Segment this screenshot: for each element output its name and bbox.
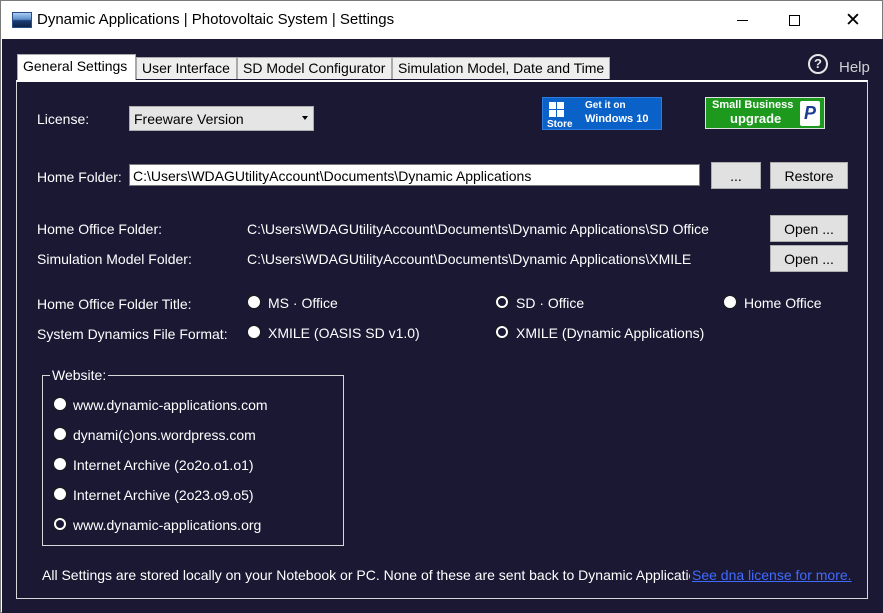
maximize-button[interactable] [771,1,817,39]
radio-home-office[interactable] [723,295,737,309]
browse-button[interactable]: ... [711,162,761,189]
home-folder-label: Home Folder: [37,169,122,185]
paypal-badge-line2: upgrade [730,111,782,126]
title-bar[interactable]: Dynamic Applications | Photovoltaic Syst… [1,1,882,39]
radio-website-archive-2023-label[interactable]: Internet Archive (2o23.o9.o5) [73,487,254,503]
close-button[interactable]: ✕ [830,1,876,39]
minimize-icon [736,19,748,21]
help-question-icon[interactable]: ? [808,54,828,74]
radio-website-archive-2023[interactable] [53,487,67,501]
radio-xmile-dna-label[interactable]: XMILE (Dynamic Applications) [516,325,704,341]
home-folder-input[interactable]: C:\Users\WDAGUtilityAccount\Documents\Dy… [129,164,700,186]
radio-home-office-label[interactable]: Home Office [744,295,822,311]
tab-simulation-model-date-time[interactable]: Simulation Model, Date and Time [392,57,610,79]
paypal-upgrade-badge[interactable]: Small Business upgrade P [705,97,825,129]
radio-ms-office-label[interactable]: MS · Office [268,295,338,311]
app-landscape-icon [12,12,32,28]
radio-sd-office-label[interactable]: SD · Office [516,295,584,311]
radio-website-com-label[interactable]: www.dynamic-applications.com [73,397,268,413]
website-group-title: Website: [50,367,109,383]
windows-store-badge[interactable]: Store Get it on Windows 10 [542,97,662,130]
close-icon: ✕ [845,8,861,31]
simulation-model-folder-path: C:\Users\WDAGUtilityAccount\Documents\Dy… [247,251,692,267]
home-office-folder-label: Home Office Folder: [37,221,163,237]
store-badge-line2: Windows 10 [585,113,649,125]
restore-button[interactable]: Restore [770,162,848,189]
home-office-folder-path: C:\Users\WDAGUtilityAccount\Documents\Dy… [247,221,709,237]
radio-website-org-label[interactable]: www.dynamic-applications.org [73,517,261,533]
windows-logo-icon [549,102,565,118]
maximize-icon [788,14,800,26]
chevron-down-icon [302,116,308,120]
client-area: General Settings User Interface SD Model… [2,39,883,613]
tab-sd-model-configurator[interactable]: SD Model Configurator [237,57,392,79]
radio-website-archive-2020[interactable] [53,457,67,471]
office-title-label: Home Office Folder Title: [37,296,192,312]
footer-privacy-text: All Settings are stored locally on your … [42,567,690,583]
radio-xmile-oasis-label[interactable]: XMILE (OASIS SD v1.0) [268,325,420,341]
home-folder-value: C:\Users\WDAGUtilityAccount\Documents\Dy… [133,168,532,184]
window-title: Dynamic Applications | Photovoltaic Syst… [37,11,395,28]
store-badge-line1: Get it on [585,100,626,111]
paypal-logo-icon: P [800,101,820,126]
radio-xmile-dna[interactable] [495,325,509,339]
license-select[interactable]: Freeware Version [129,106,314,131]
help-link[interactable]: Help [839,59,870,76]
minimize-button[interactable] [719,1,765,39]
tab-user-interface[interactable]: User Interface [136,57,237,79]
license-label: License: [37,111,90,127]
simulation-model-folder-label: Simulation Model Folder: [37,251,192,267]
open-simulation-model-folder-button[interactable]: Open ... [770,245,848,272]
open-home-office-folder-button[interactable]: Open ... [770,215,848,242]
radio-website-archive-2020-label[interactable]: Internet Archive (2o2o.o1.o1) [73,457,254,473]
radio-sd-office[interactable] [495,295,509,309]
file-format-label: System Dynamics File Format: [37,326,228,342]
settings-window: Dynamic Applications | Photovoltaic Syst… [0,0,883,613]
tab-general-settings[interactable]: General Settings [17,54,136,80]
license-link[interactable]: See dna license for more. [692,567,852,583]
license-select-value: Freeware Version [134,111,244,127]
radio-xmile-oasis[interactable] [247,325,261,339]
radio-ms-office[interactable] [247,295,261,309]
paypal-badge-line1: Small Business [712,99,794,111]
radio-website-wordpress[interactable] [53,427,67,441]
radio-website-com[interactable] [53,397,67,411]
radio-website-org[interactable] [53,517,67,531]
store-badge-brand: Store [547,119,573,130]
radio-website-wordpress-label[interactable]: dynami(c)ons.wordpress.com [73,427,256,443]
